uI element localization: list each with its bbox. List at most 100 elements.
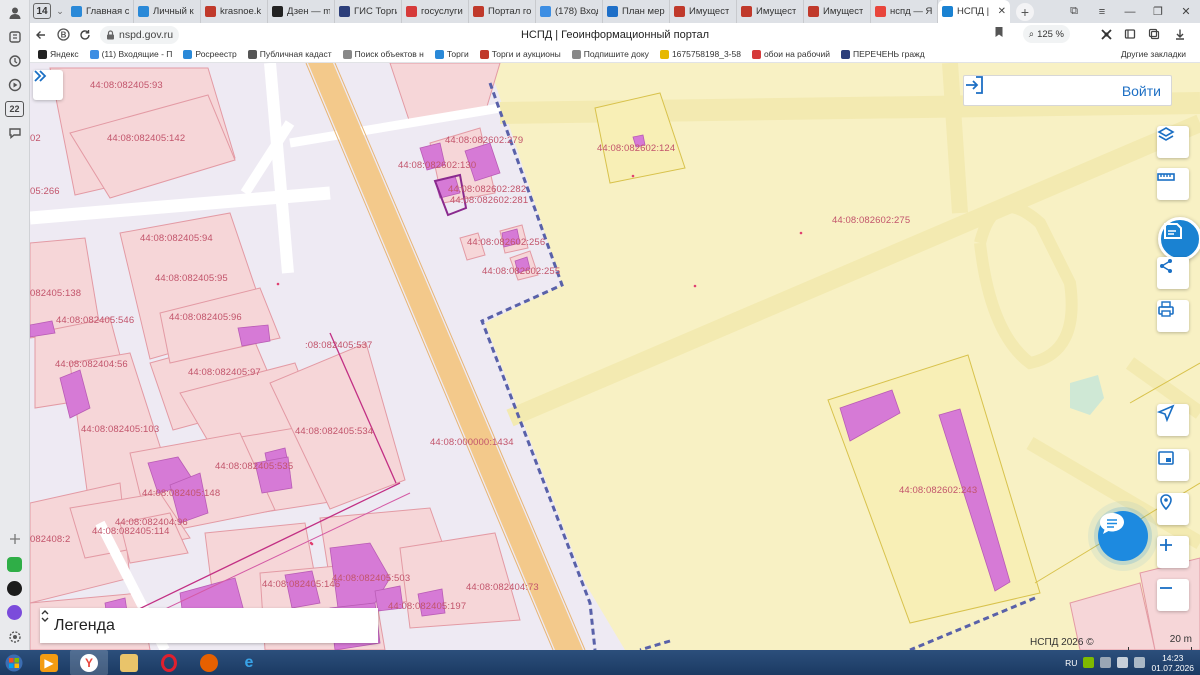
zoom-level-button[interactable]: ⌕ 125 % — [1022, 25, 1070, 43]
parcel-label[interactable]: 44:08:082405:142 — [107, 133, 185, 144]
parcel-label[interactable]: 44:08:082405:546 — [56, 315, 134, 326]
parcel-label[interactable]: 44:08:082405:95 — [155, 273, 228, 284]
parcel-label[interactable]: 44:08:082405:534 — [295, 426, 373, 437]
taskbar-yandex-browser[interactable]: Y — [70, 650, 108, 675]
tab-14[interactable]: НСПД | ✕ — [938, 0, 1010, 23]
parcel-label[interactable]: 44:08:082405:103 — [81, 424, 159, 435]
minimap-button[interactable] — [1157, 449, 1189, 481]
taskbar-firefox[interactable] — [190, 650, 228, 675]
expand-panel-button[interactable] — [33, 70, 63, 100]
reload-button[interactable] — [74, 24, 96, 46]
bookmark-manager-icon[interactable] — [1120, 25, 1140, 43]
bookmark-item[interactable]: Подпишите доку — [571, 49, 649, 59]
taskbar-media-player[interactable]: ▶ — [30, 650, 68, 675]
bookmark-item[interactable]: обои на рабочий — [751, 49, 830, 59]
other-bookmarks-button[interactable]: Другие закладки — [1121, 49, 1186, 59]
login-button[interactable]: Войти — [963, 75, 1172, 106]
history-icon[interactable] — [6, 52, 24, 70]
parcel-label[interactable]: 44:08:082602:255 — [482, 266, 560, 277]
parcel-label[interactable]: 44:08:000000:1434 — [430, 437, 514, 448]
close-tab-icon[interactable]: ✕ — [998, 6, 1006, 17]
taskbar-opera[interactable] — [150, 650, 188, 675]
tab-8[interactable]: (178) Вход — [536, 0, 603, 23]
parcel-label[interactable]: 44:08:082602:282 — [448, 184, 526, 195]
clock[interactable]: 14:23 01.07.2026 — [1151, 653, 1194, 673]
url-field[interactable]: nspd.gov.ru — [100, 25, 180, 44]
tab-3[interactable]: krasnoe.k — [201, 0, 268, 23]
tab-10[interactable]: Имущест — [670, 0, 737, 23]
map-canvas[interactable]: 44:08:082405:93 44:08:082405:142 02 05:266 4… — [30, 63, 1200, 650]
parcel-label[interactable]: 44:08:082602:130 — [398, 160, 476, 171]
parcel-label[interactable]: 44:08:082404:56 — [55, 359, 128, 370]
protect-shield-icon[interactable]: B — [52, 24, 74, 46]
close-window-icon[interactable]: ✕ — [1172, 5, 1200, 18]
parcel-label[interactable]: 44:08:082405:97 — [188, 367, 261, 378]
bookmark-item[interactable]: (11) Входящие - П — [89, 49, 172, 59]
legend-panel[interactable]: Легенда — [40, 608, 378, 643]
parcel-label[interactable]: 082405:138 — [30, 288, 81, 299]
bookmark-item[interactable]: Поиск объектов н — [342, 49, 424, 59]
sync-icon[interactable]: ⧉ — [1060, 5, 1088, 18]
parcel-label[interactable]: 44:08:082405:93 — [90, 80, 163, 91]
tray-network-icon[interactable] — [1100, 657, 1112, 668]
messages-icon[interactable] — [6, 124, 24, 142]
parcel-label[interactable]: 44:08:082405:114 — [92, 526, 170, 537]
parcel-label[interactable]: 44:08:082405:535 — [215, 461, 293, 472]
parcel-label[interactable]: 44:08:082405:94 — [140, 233, 213, 244]
parcel-label[interactable]: 082408:2 — [30, 534, 70, 545]
parcel-label[interactable]: 44:08:082602:281 — [450, 195, 528, 206]
bookmark-item[interactable]: Росреестр — [183, 49, 237, 59]
rail-settings-icon[interactable] — [6, 628, 24, 646]
bookmark-item[interactable]: Торги — [434, 49, 469, 59]
parcel-label[interactable]: 44:08:082602:275 — [832, 215, 910, 226]
tab-2[interactable]: Личный к — [134, 0, 201, 23]
tab-11[interactable]: Имущест — [737, 0, 804, 23]
taskbar-explorer[interactable] — [110, 650, 148, 675]
bookmark-item[interactable]: Торги и аукционы — [479, 49, 561, 59]
copy-link-icon[interactable] — [1144, 25, 1164, 43]
tab-list-chevron-icon[interactable]: ⌄ — [53, 0, 67, 23]
bookmark-icon[interactable] — [994, 26, 1004, 41]
parcel-label[interactable]: 05:266 — [30, 186, 60, 197]
chat-button[interactable] — [1098, 511, 1148, 561]
parcel-label[interactable]: 02 — [30, 133, 41, 144]
parcel-label[interactable]: 44:08:082602:124 — [597, 143, 675, 154]
parcel-label[interactable]: 44:08:082405:197 — [388, 601, 466, 612]
tab-12[interactable]: Имущест — [804, 0, 871, 23]
geolocation-button[interactable] — [1157, 493, 1189, 525]
add-panel-icon[interactable] — [6, 530, 24, 548]
extensions-icon[interactable] — [1096, 25, 1116, 43]
tab-7[interactable]: Портал го — [469, 0, 536, 23]
whatsapp-app-icon[interactable] — [7, 557, 22, 572]
bookmark-item[interactable]: ПЕРЕЧЕНЬ гражд — [840, 49, 925, 59]
locate-button[interactable] — [1157, 404, 1189, 436]
bookmark-item[interactable]: Яндекс — [38, 49, 79, 59]
profile-icon[interactable] — [6, 4, 24, 22]
tab-13[interactable]: нспд — Я — [871, 0, 938, 23]
calendar-badge-icon[interactable]: 22 — [5, 101, 24, 117]
parcel-label[interactable]: 44:08:082602:256 — [467, 237, 545, 248]
zoom-out-button[interactable] — [1157, 579, 1189, 611]
tray-volume-icon[interactable] — [1134, 657, 1146, 668]
print-button[interactable] — [1157, 300, 1189, 332]
minimize-icon[interactable]: — — [1116, 6, 1144, 18]
tab-9[interactable]: План мер — [603, 0, 670, 23]
documents-button[interactable] — [1158, 217, 1200, 261]
tab-5[interactable]: ГИС Торги — [335, 0, 402, 23]
tab-6[interactable]: госуслуги — [402, 0, 469, 23]
tab-1[interactable]: Главная с — [67, 0, 134, 23]
parcel-label[interactable]: 44:08:082602:243 — [899, 485, 977, 496]
zoom-in-button[interactable] — [1157, 536, 1189, 568]
play-icon[interactable] — [6, 76, 24, 94]
parcel-label[interactable]: 44:08:082405:96 — [169, 312, 242, 323]
parcel-label[interactable]: 44:08:082405:148 — [142, 488, 220, 499]
measure-button[interactable] — [1157, 168, 1189, 200]
tab-4[interactable]: Дзен — m — [268, 0, 335, 23]
layers-button[interactable] — [1157, 126, 1189, 158]
start-button[interactable] — [0, 650, 28, 675]
tray-app-icon[interactable] — [1083, 657, 1095, 668]
new-tab-button[interactable]: + — [1016, 3, 1034, 21]
bookmark-item[interactable]: 1675758198_3-58 — [659, 49, 741, 59]
collections-icon[interactable] — [6, 28, 24, 46]
parcel-label[interactable]: :08:082405:537 — [305, 340, 372, 351]
